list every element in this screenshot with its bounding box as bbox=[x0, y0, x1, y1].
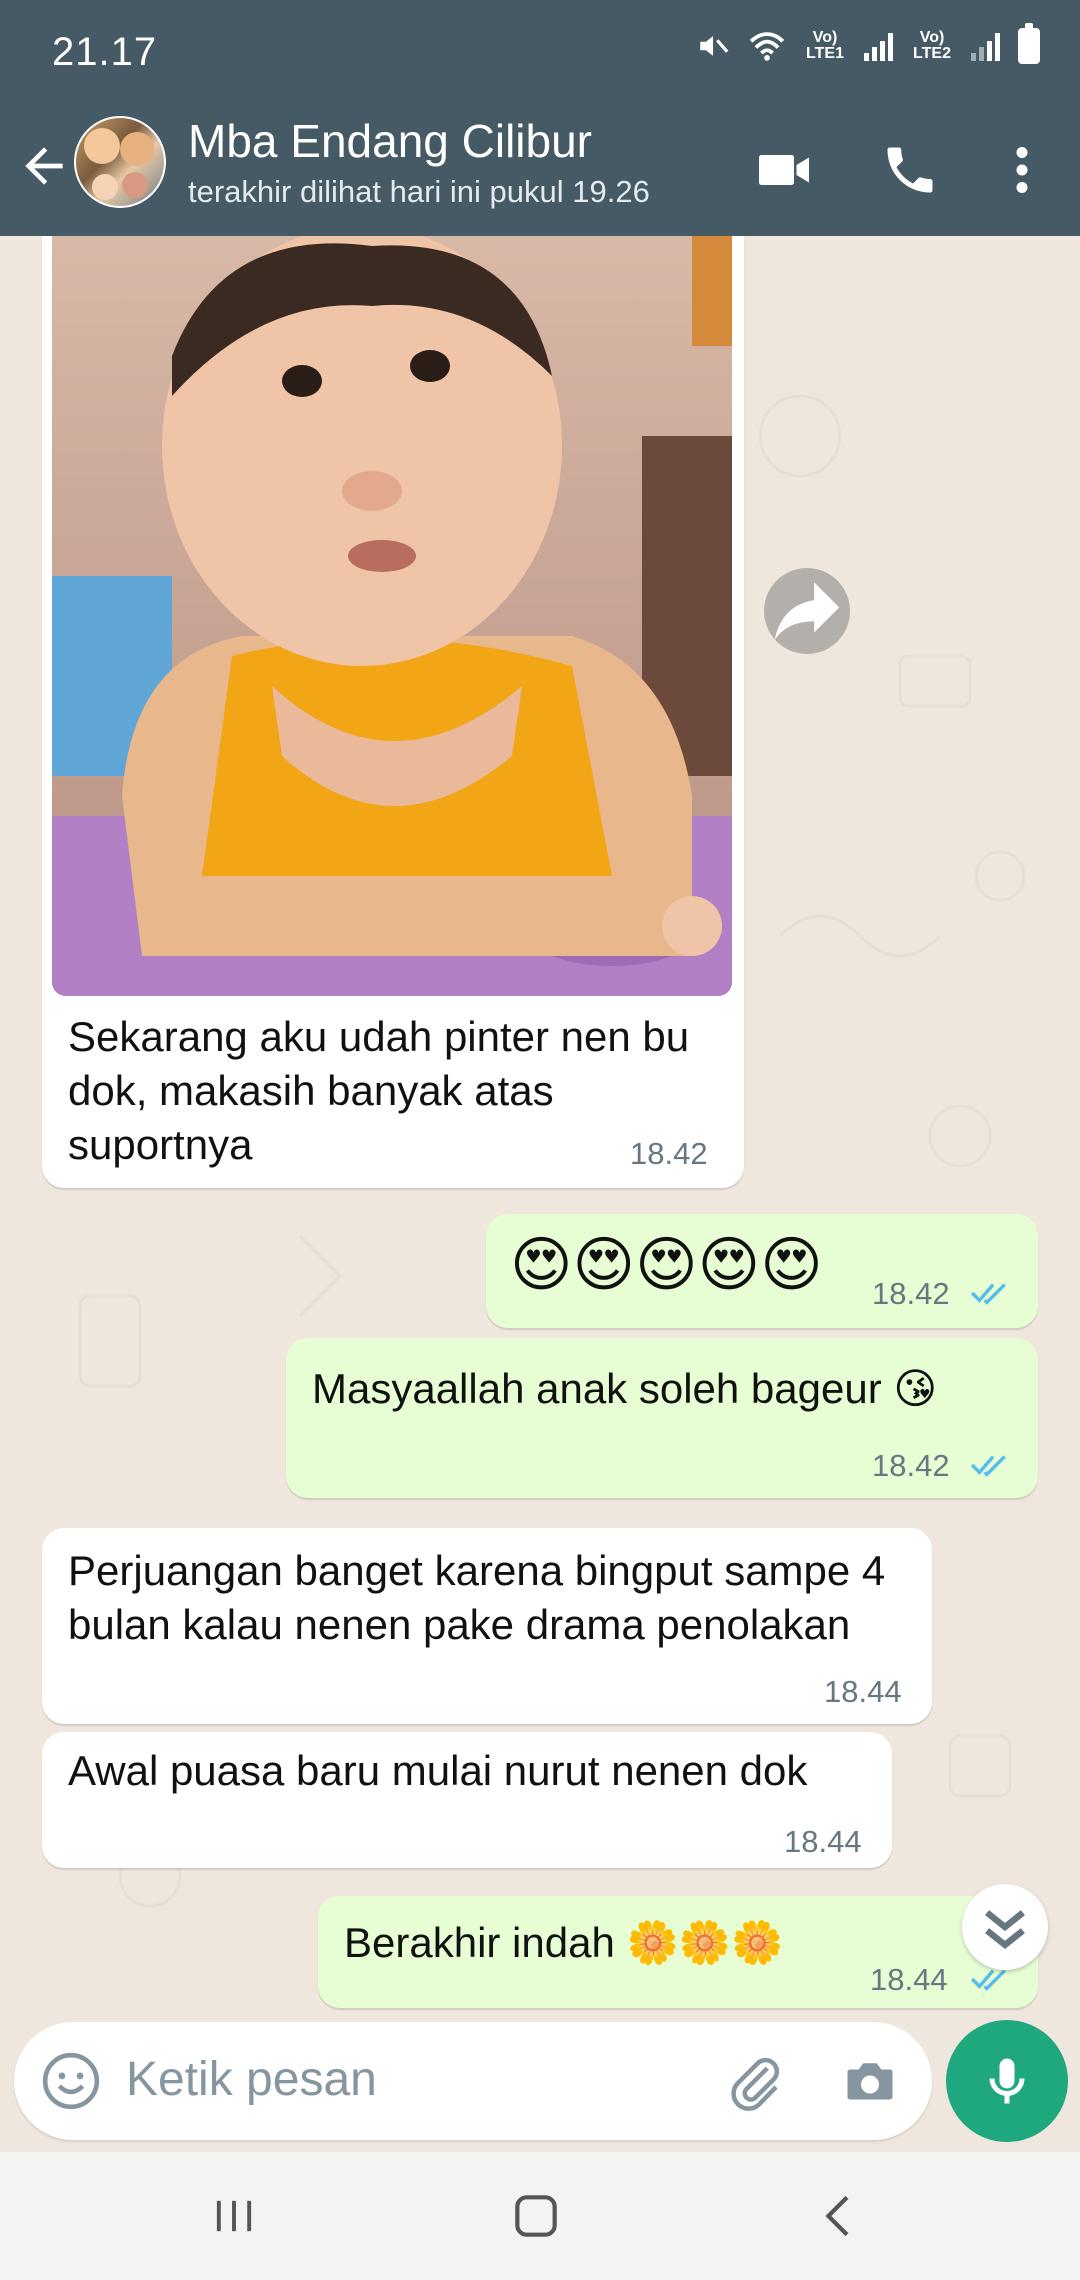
mic-icon bbox=[989, 2058, 1025, 2104]
message-text: Sekarang aku udah pinter nen bu dok, mak… bbox=[68, 1013, 690, 1168]
mute-icon bbox=[700, 36, 729, 56]
message-text: Perjuangan banget karena bingput sampe 4… bbox=[68, 1547, 886, 1648]
mic-button[interactable] bbox=[946, 2020, 1068, 2142]
attach-icon[interactable] bbox=[726, 2052, 786, 2112]
voice-call-icon[interactable] bbox=[880, 140, 940, 200]
message-text: 😍😍😍😍😍 bbox=[510, 1231, 823, 1298]
contact-name[interactable]: Mba Endang Cilibur bbox=[188, 114, 592, 168]
back-arrow-icon[interactable] bbox=[16, 138, 72, 194]
camera-icon[interactable] bbox=[840, 2052, 900, 2112]
chat-photo[interactable] bbox=[52, 236, 732, 996]
system-nav-bar bbox=[0, 2152, 1080, 2280]
message-input[interactable]: Ketik pesan bbox=[126, 2052, 377, 2107]
message-incoming-text[interactable]: Perjuangan banget karena bingput sampe 4… bbox=[42, 1528, 932, 1724]
read-ticks-icon bbox=[970, 1283, 1006, 1305]
read-ticks-icon bbox=[970, 1455, 1006, 1477]
sim1-label: Vo) LTE1 bbox=[806, 29, 844, 62]
last-seen[interactable]: terakhir dilihat hari ini pukul 19.26 bbox=[188, 174, 650, 210]
scroll-to-bottom-button[interactable] bbox=[962, 1884, 1048, 1970]
baby-photo bbox=[52, 236, 732, 996]
message-time: 18.44 bbox=[824, 1674, 902, 1709]
message-text: Berakhir indah 🌼🌼🌼 bbox=[344, 1919, 784, 1966]
chat-header: Mba Endang Cilibur terakhir dilihat hari… bbox=[0, 108, 1080, 236]
message-time: 18.42 bbox=[872, 1448, 950, 1483]
double-chevron-down-icon bbox=[985, 1910, 1025, 1950]
chat-area[interactable]: Sekarang aku udah pinter nen bu dok, mak… bbox=[0, 236, 1080, 2020]
message-outgoing-emoji[interactable]: 😍😍😍😍😍 18.42 bbox=[486, 1214, 1038, 1328]
signal-icon-2 bbox=[971, 31, 1000, 61]
emoji-icon[interactable] bbox=[40, 2050, 102, 2112]
message-outgoing-text[interactable]: Berakhir indah 🌼🌼🌼 18.44 bbox=[318, 1896, 1038, 2008]
battery-icon bbox=[1018, 23, 1040, 64]
message-time: 18.42 bbox=[630, 1136, 708, 1171]
forward-icon bbox=[774, 582, 840, 640]
message-text: Masyaallah anak soleh bageur 😘 bbox=[312, 1365, 938, 1412]
home-icon[interactable] bbox=[508, 2188, 564, 2244]
forward-button[interactable] bbox=[764, 568, 850, 654]
sim2-label: Vo) LTE2 bbox=[913, 29, 951, 62]
message-time: 18.44 bbox=[870, 1962, 948, 1997]
message-incoming-image[interactable]: Sekarang aku udah pinter nen bu dok, mak… bbox=[42, 236, 744, 1188]
message-incoming-text[interactable]: Awal puasa baru mulai nurut nenen dok 18… bbox=[42, 1732, 892, 1868]
message-outgoing-text[interactable]: Masyaallah anak soleh bageur 😘 18.42 bbox=[286, 1338, 1038, 1498]
avatar[interactable] bbox=[74, 116, 166, 208]
recent-apps-icon[interactable] bbox=[206, 2190, 262, 2242]
signal-icon bbox=[864, 31, 893, 61]
message-text: Awal puasa baru mulai nurut nenen dok bbox=[68, 1747, 808, 1794]
message-time: 18.44 bbox=[784, 1824, 862, 1859]
status-bar: 21.17 Vo) LTE1 Vo) LTE2 bbox=[0, 0, 1080, 108]
status-icons: Vo) LTE1 Vo) LTE2 bbox=[696, 23, 1040, 64]
video-call-icon[interactable] bbox=[754, 140, 814, 200]
message-time: 18.42 bbox=[872, 1276, 950, 1311]
wifi-icon bbox=[749, 32, 785, 61]
message-input-bar[interactable]: Ketik pesan bbox=[14, 2022, 932, 2140]
back-icon[interactable] bbox=[812, 2188, 868, 2244]
more-options-icon[interactable] bbox=[992, 140, 1052, 200]
status-time: 21.17 bbox=[52, 30, 158, 74]
